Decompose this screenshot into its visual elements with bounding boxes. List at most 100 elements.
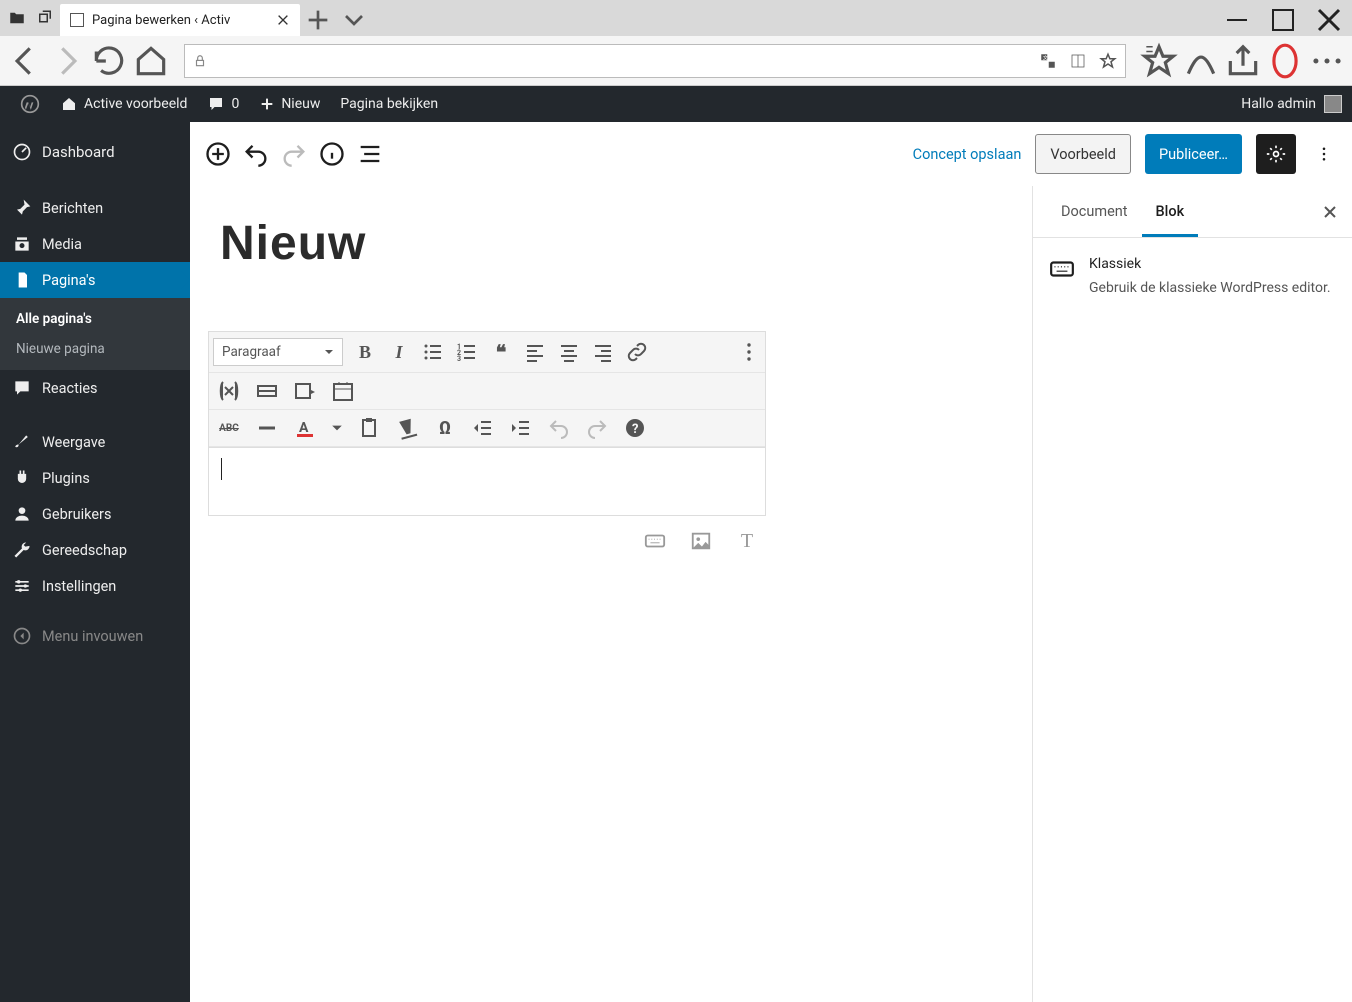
ul-button[interactable]: [421, 340, 445, 364]
undo2-button[interactable]: [547, 416, 571, 440]
ol-button[interactable]: 123: [455, 340, 479, 364]
redo2-button[interactable]: [585, 416, 609, 440]
outline-button[interactable]: [356, 140, 384, 168]
greeting[interactable]: Hallo admin: [1241, 96, 1316, 112]
view-page-link[interactable]: Pagina bekijken: [330, 86, 448, 122]
page-title[interactable]: Nieuw: [220, 216, 1032, 271]
quote-button[interactable]: ❝: [489, 340, 513, 364]
notes-icon[interactable]: [1182, 42, 1220, 80]
minimize-button[interactable]: [1214, 4, 1260, 36]
block-name: Klassiek: [1089, 256, 1331, 272]
sidebar-sub-new-page[interactable]: Nieuwe pagina: [0, 334, 190, 364]
shortcode-button[interactable]: [217, 379, 241, 403]
strike-button[interactable]: ABC: [217, 416, 241, 440]
browser-tab[interactable]: Pagina bewerken ‹ Activ: [60, 4, 300, 36]
window-swap-icon[interactable]: [36, 9, 54, 27]
back-button[interactable]: [6, 42, 44, 80]
maximize-button[interactable]: [1260, 4, 1306, 36]
help-button[interactable]: ?: [623, 416, 647, 440]
sidebar-collapse[interactable]: Menu invouwen: [0, 618, 190, 654]
close-window-button[interactable]: [1306, 4, 1352, 36]
hr-button[interactable]: [255, 416, 279, 440]
more-icon[interactable]: [1308, 42, 1346, 80]
site-link[interactable]: Active voorbeeld: [50, 86, 197, 122]
home-button[interactable]: [132, 42, 170, 80]
link-button[interactable]: [625, 340, 649, 364]
tab-block[interactable]: Blok: [1142, 186, 1199, 237]
settings-button[interactable]: [1256, 134, 1296, 174]
save-draft-button[interactable]: Concept opslaan: [913, 146, 1022, 163]
info-button[interactable]: [318, 140, 346, 168]
share-icon[interactable]: [1224, 42, 1262, 80]
editor-content: Concept opslaan Voorbeeld Publiceer… Nie…: [190, 122, 1352, 1002]
outdent-button[interactable]: [471, 416, 495, 440]
user-icon: [12, 504, 32, 524]
tabs-dropdown[interactable]: [336, 4, 372, 36]
textcolor-button[interactable]: A: [293, 416, 317, 440]
sidebar-item-posts[interactable]: Berichten: [0, 190, 190, 226]
clear-format-button[interactable]: [395, 416, 419, 440]
keyboard-icon[interactable]: [644, 530, 666, 552]
align-left-button[interactable]: [523, 340, 547, 364]
classic-editor-body[interactable]: [209, 447, 765, 515]
sidebar-item-tools[interactable]: Gereedschap: [0, 532, 190, 568]
image-icon[interactable]: [690, 530, 712, 552]
tab-document[interactable]: Document: [1047, 186, 1142, 237]
format-select[interactable]: Paragraaf: [213, 338, 343, 366]
settings-panel: Document Blok Klassiek Gebruik de klassi…: [1032, 186, 1352, 1002]
new-link[interactable]: Nieuw: [249, 86, 330, 122]
publish-button[interactable]: Publiceer…: [1145, 134, 1242, 174]
sidebar-item-users[interactable]: Gebruikers: [0, 496, 190, 532]
sidebar-item-plugins[interactable]: Plugins: [0, 460, 190, 496]
sidebar-item-pages[interactable]: Pagina's: [0, 262, 190, 298]
undo-button[interactable]: [242, 140, 270, 168]
wp-logo[interactable]: [10, 86, 50, 122]
calendar-button[interactable]: [331, 379, 355, 403]
italic-button[interactable]: I: [387, 340, 411, 364]
sidebar-item-settings[interactable]: Instellingen: [0, 568, 190, 604]
color-dropdown[interactable]: [331, 416, 343, 440]
sidebar-sub-all-pages[interactable]: Alle pagina's: [0, 304, 190, 334]
translate-icon[interactable]: 文: [1039, 52, 1057, 70]
sidebar-item-comments[interactable]: Reacties: [0, 370, 190, 406]
folder-icon[interactable]: [8, 9, 26, 27]
reader-icon[interactable]: [1069, 52, 1087, 70]
preview-button[interactable]: Voorbeeld: [1035, 134, 1131, 174]
paste-button[interactable]: [357, 416, 381, 440]
media-icon: [12, 234, 32, 254]
redo-button[interactable]: [280, 140, 308, 168]
align-right-button[interactable]: [591, 340, 615, 364]
indent-button[interactable]: [509, 416, 533, 440]
panel-close-button[interactable]: [1322, 204, 1338, 220]
close-icon[interactable]: [276, 13, 290, 27]
refresh-button[interactable]: [90, 42, 128, 80]
row-button[interactable]: [255, 379, 279, 403]
browser-titlebar: Pagina bewerken ‹ Activ: [0, 0, 1352, 36]
avatar[interactable]: [1324, 95, 1342, 113]
sidebar-item-media[interactable]: Media: [0, 226, 190, 262]
text-icon[interactable]: T: [736, 530, 758, 552]
favorites-list-icon[interactable]: [1140, 42, 1178, 80]
toolbar-more[interactable]: [737, 340, 761, 364]
sidebar-item-dashboard[interactable]: Dashboard: [0, 132, 190, 172]
sidebar-item-appearance[interactable]: Weergave: [0, 424, 190, 460]
editor-toolbar: Concept opslaan Voorbeeld Publiceer…: [190, 122, 1352, 186]
favorite-icon[interactable]: [1099, 52, 1117, 70]
dashboard-icon: [12, 142, 32, 162]
chevron-down-icon: [324, 347, 334, 357]
pin-icon: [12, 198, 32, 218]
align-center-button[interactable]: [557, 340, 581, 364]
browser-toolbar: 文: [0, 36, 1352, 86]
special-char-button[interactable]: Ω: [433, 416, 457, 440]
new-tab-button[interactable]: [300, 4, 336, 36]
opera-icon[interactable]: [1266, 42, 1304, 80]
add-block-button[interactable]: [204, 140, 232, 168]
tab-title: Pagina bewerken ‹ Activ: [92, 13, 276, 28]
comments-link[interactable]: 0: [197, 86, 249, 122]
bold-button[interactable]: B: [353, 340, 377, 364]
address-bar[interactable]: 文: [184, 44, 1126, 78]
more-menu[interactable]: [1310, 145, 1338, 163]
block-appender: T: [208, 516, 784, 552]
media-insert-button[interactable]: [293, 379, 317, 403]
forward-button[interactable]: [48, 42, 86, 80]
